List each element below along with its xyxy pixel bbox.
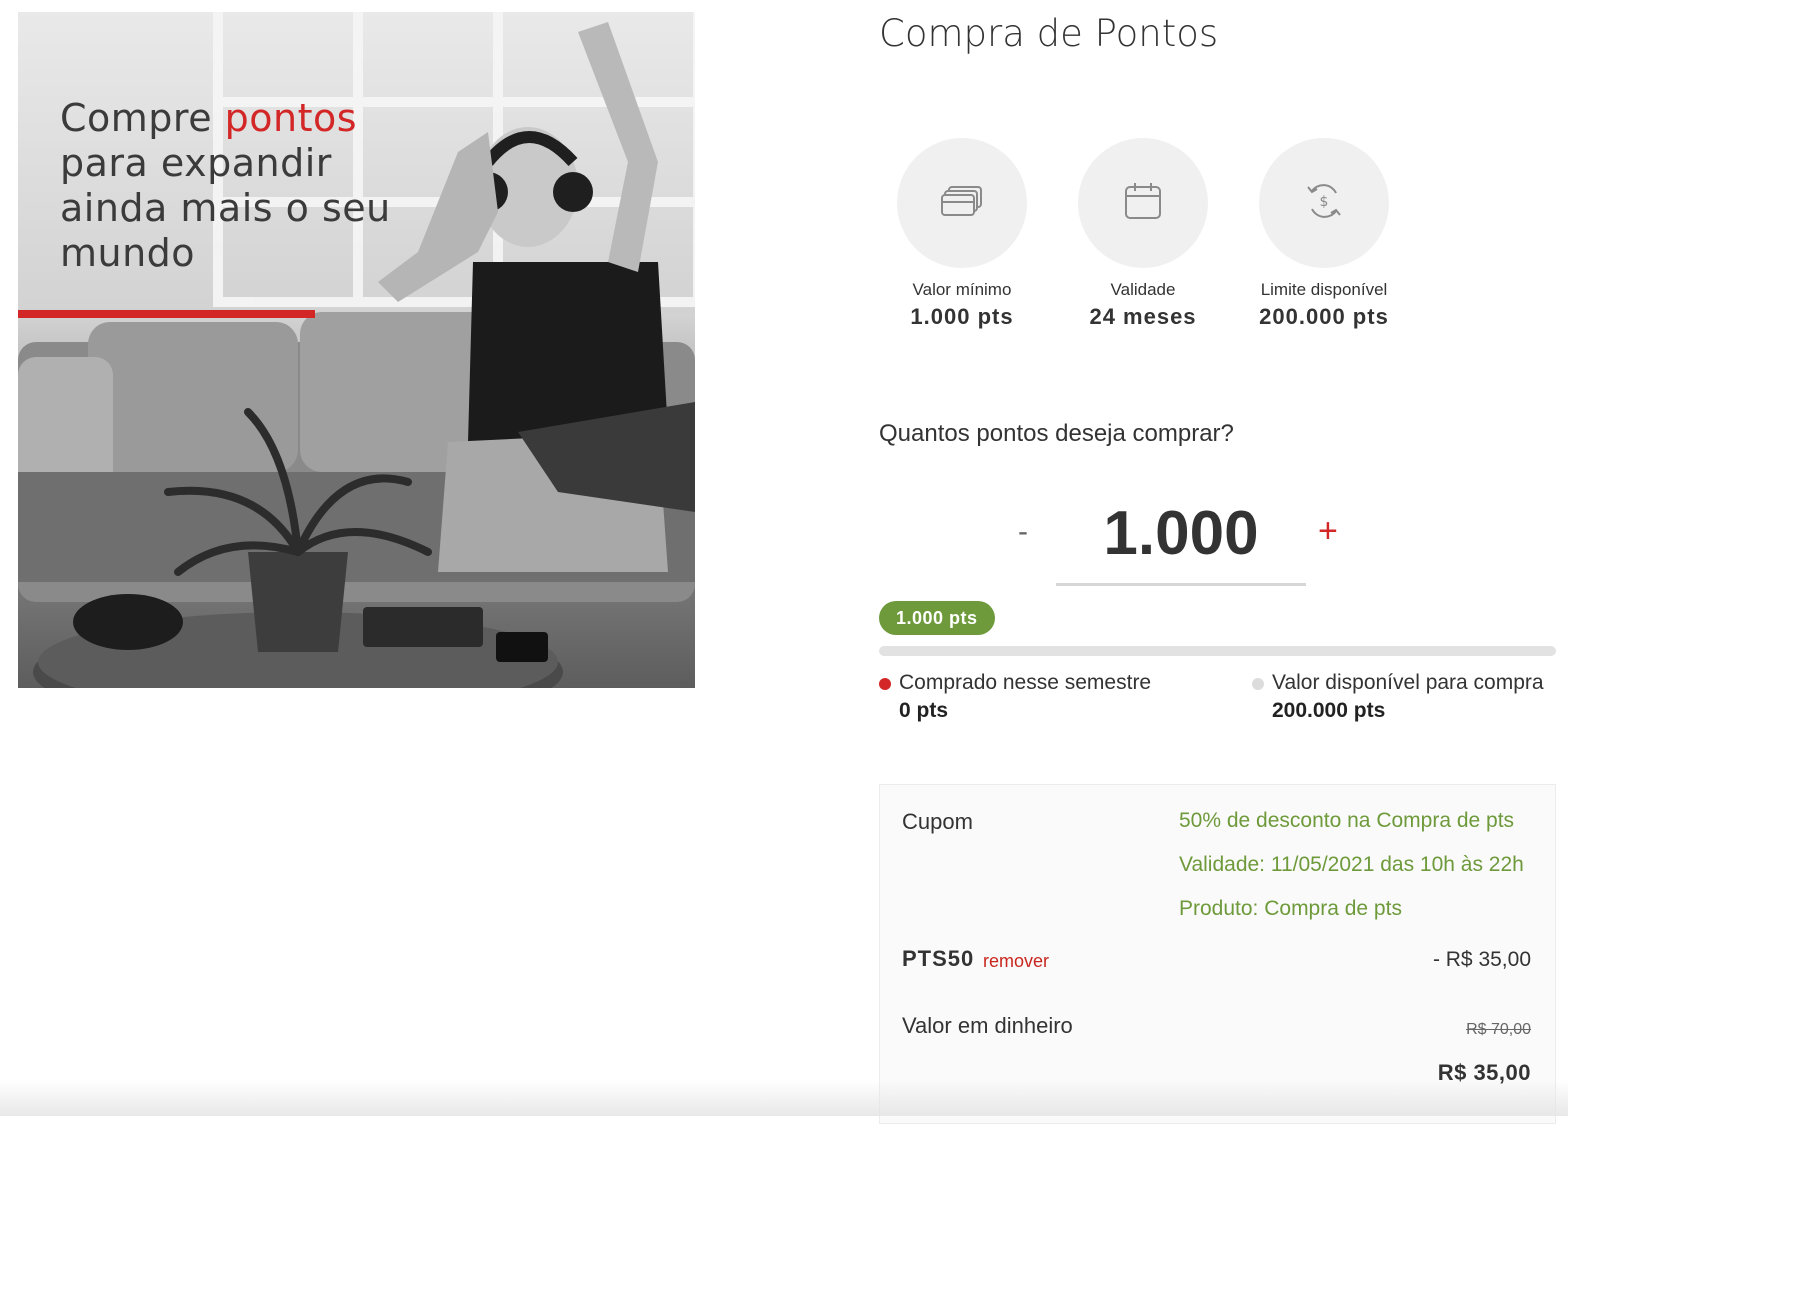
info-circle: $ (1259, 138, 1389, 268)
info-circle (1078, 138, 1208, 268)
coupon-code: PTS50 (902, 946, 975, 971)
promo-headline: Compre pontos para expandir ainda mais o… (60, 96, 420, 276)
cards-icon (941, 185, 983, 222)
info-label: Valor mínimo (912, 280, 1012, 299)
promo-headline-part2: para expandir ainda mais o seu mundo (60, 141, 391, 275)
promo-headline-highlight: pontos (224, 96, 358, 140)
promo-accent-bar (18, 310, 315, 318)
coupon-label: Cupom (902, 809, 973, 834)
exchange-money-icon: $ (1304, 181, 1344, 226)
calendar-icon (1124, 182, 1162, 225)
remove-coupon-link[interactable]: remover (983, 951, 1049, 972)
legend-purchased-label: Comprado nesse semestre (899, 671, 1152, 694)
info-value: 24 meses (1089, 304, 1197, 329)
purchase-progress-track (879, 646, 1556, 656)
purchase-question: Quantos pontos deseja comprar? (879, 420, 1234, 447)
original-price: R$ 70,00 (1466, 1021, 1531, 1038)
svg-text:$: $ (1320, 194, 1329, 210)
info-card-validity: Validade 24 meses (1053, 138, 1233, 330)
coupon-detail: Validade: 11/05/2021 das 10h às 22h (1179, 853, 1524, 876)
info-circle (897, 138, 1027, 268)
promo-banner: Compre pontos para expandir ainda mais o… (18, 12, 695, 688)
page-title: Compra de Pontos (879, 12, 1219, 55)
decrease-button[interactable]: - (1018, 515, 1028, 549)
coupon-discount: - R$ 35,00 (1432, 948, 1531, 971)
info-card-minimum: Valor mínimo 1.000 pts (872, 138, 1052, 330)
info-label: Limite disponível (1260, 280, 1388, 299)
final-price: R$ 35,00 (1437, 1060, 1531, 1085)
increase-button[interactable]: + (1318, 512, 1338, 551)
legend-purchased-value: 0 pts (899, 699, 949, 722)
promo-headline-part1: Compre (60, 96, 225, 140)
red-dot-icon (879, 678, 891, 690)
cash-label: Valor em dinheiro (902, 1013, 1073, 1038)
info-label: Validade (1110, 280, 1176, 299)
coupon-detail: Produto: Compra de pts (1179, 897, 1402, 920)
info-value: 1.000 pts (910, 304, 1014, 329)
legend-purchased: Comprado nesse semestre 0 pts (879, 671, 1151, 723)
info-value: 200.000 pts (1259, 304, 1389, 329)
legend-available-label: Valor disponível para compra (1272, 671, 1544, 694)
legend-available-value: 200.000 pts (1272, 699, 1386, 722)
selected-points-badge: 1.000 pts (879, 601, 995, 635)
coupon-detail: 50% de desconto na Compra de pts (1179, 809, 1515, 832)
coupon-summary-box: Cupom 50% de desconto na Compra de pts V… (879, 784, 1556, 1124)
points-amount-input[interactable]: 1.000 (1056, 496, 1306, 586)
legend-available: Valor disponível para compra 200.000 pts (1252, 671, 1544, 723)
info-card-limit: $ Limite disponível 200.000 pts (1234, 138, 1414, 330)
gray-dot-icon (1252, 678, 1264, 690)
